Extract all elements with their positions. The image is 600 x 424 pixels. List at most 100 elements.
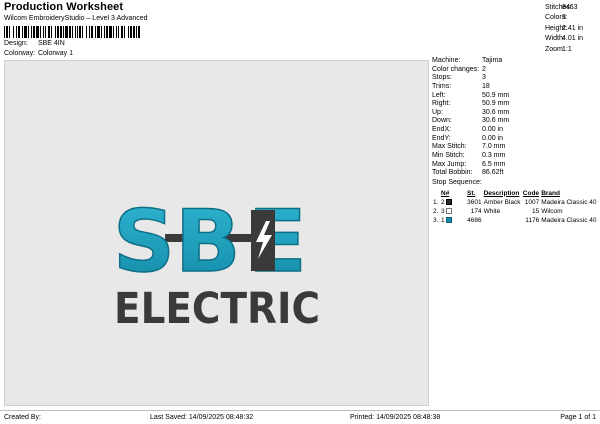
stop-index: 3. bbox=[433, 216, 439, 224]
colorway-value: Colorway 1 bbox=[37, 50, 73, 57]
barcode-bar bbox=[60, 26, 62, 38]
detail-label: Trims: bbox=[432, 82, 452, 90]
table-header-row: N# St. Description Code Brand bbox=[432, 189, 598, 198]
detail-label: EndY: bbox=[432, 134, 451, 142]
barcode-bar bbox=[18, 26, 20, 38]
barcode-bar bbox=[82, 26, 83, 38]
stop-n: 3 bbox=[441, 207, 445, 215]
barcode-bar bbox=[116, 26, 117, 38]
barcode-bar bbox=[69, 26, 71, 38]
stop-brand: Madeira Classic 40 bbox=[541, 216, 597, 224]
barcode-bar bbox=[28, 26, 29, 38]
summary-label: Width: bbox=[545, 35, 565, 43]
stop-brand: Wilcom bbox=[541, 207, 563, 215]
detail-label: Min Stitch: bbox=[432, 152, 465, 160]
detail-row: EndX: 0.00 in bbox=[432, 126, 598, 135]
stop-sequence-label: Stop Sequence: bbox=[432, 178, 482, 186]
summary-value: 1:1 bbox=[562, 45, 572, 53]
stop-description: White bbox=[483, 207, 501, 215]
barcode-bar bbox=[138, 26, 140, 38]
colorway-meta: Colorway: Colorway 1 bbox=[4, 50, 73, 57]
summary-value: 4.01 in bbox=[562, 35, 584, 43]
barcode-bar bbox=[75, 26, 76, 38]
barcode-bar bbox=[106, 26, 108, 38]
stop-st: 3601 bbox=[467, 198, 482, 206]
barcode-bar bbox=[118, 26, 119, 38]
summary-value: 8463 bbox=[562, 4, 578, 11]
barcode-bar bbox=[79, 26, 81, 38]
logo-letter-s: S bbox=[113, 192, 175, 292]
detail-row: Min Stitch: 0.3 mm bbox=[432, 152, 598, 161]
barcode-bar bbox=[133, 26, 135, 38]
barcode-bar bbox=[45, 26, 46, 38]
summary-label: Zoom: bbox=[545, 45, 565, 53]
detail-value: 50.9 mm bbox=[482, 100, 510, 108]
barcode-bar bbox=[6, 26, 8, 38]
barcode-bar bbox=[43, 26, 44, 38]
summary-value: 3 bbox=[562, 14, 566, 22]
stop-code: 1176 bbox=[525, 216, 540, 224]
stop-index: 1. bbox=[433, 198, 439, 206]
detail-row: Machine: Tajima bbox=[432, 57, 598, 66]
design-label: Design: bbox=[4, 40, 28, 47]
detail-row: Trims: 18 bbox=[432, 83, 598, 92]
barcode-bar bbox=[95, 26, 96, 38]
col-index bbox=[432, 189, 440, 198]
detail-label: Left: bbox=[432, 91, 446, 99]
detail-value: 6.5 mm bbox=[482, 160, 506, 168]
summary-row-width: Width: 4.01 in bbox=[545, 34, 597, 44]
detail-value: Tajima bbox=[482, 57, 503, 64]
design-meta: Design: SBE 4IN bbox=[4, 40, 65, 47]
stop-n-cell: 3 bbox=[440, 207, 466, 216]
detail-row: Color changes: 2 bbox=[432, 66, 598, 75]
stop-description: Amber Black bbox=[483, 198, 521, 206]
col-st: St. bbox=[467, 189, 476, 197]
detail-row: Left: 50.9 mm bbox=[432, 92, 598, 101]
detail-label: Color changes: bbox=[432, 65, 480, 73]
barcode-bar bbox=[130, 26, 132, 38]
barcode bbox=[4, 26, 140, 38]
detail-label: Up: bbox=[432, 108, 443, 116]
footer-page-number: Page 1 of 1 bbox=[560, 414, 596, 421]
barcode-bar bbox=[13, 26, 14, 38]
page-title: Production Worksheet bbox=[4, 1, 124, 13]
barcode-bar bbox=[4, 26, 5, 38]
barcode-bar bbox=[128, 26, 129, 38]
col-n: N# bbox=[441, 189, 450, 197]
summary-panel: Stitches: 8463 Colors: 3 Height: 2.41 in… bbox=[545, 3, 597, 55]
barcode-bar bbox=[89, 26, 90, 38]
software-subtitle: Wilcom EmbroideryStudio – Level 3 Advanc… bbox=[4, 15, 148, 22]
col-brand: Brand bbox=[541, 189, 560, 197]
barcode-bar bbox=[124, 26, 125, 38]
embroidery-logo: S B E ELECTRIC bbox=[112, 191, 320, 334]
barcode-bar bbox=[97, 26, 100, 38]
barcode-bar bbox=[55, 26, 56, 38]
barcode-bar bbox=[104, 26, 105, 38]
logo-letter-b: B bbox=[175, 192, 241, 292]
stop-st: 4686 bbox=[467, 216, 482, 224]
detail-value: 0.3 mm bbox=[482, 152, 506, 160]
summary-label: Colors: bbox=[545, 14, 568, 22]
stop-code: 15 bbox=[531, 207, 540, 215]
barcode-bar bbox=[9, 26, 10, 38]
detail-label: Stops: bbox=[432, 74, 452, 82]
detail-value: 50.9 mm bbox=[482, 91, 510, 99]
logo-subtitle: ELECTRIC bbox=[114, 284, 320, 334]
barcode-bar bbox=[40, 26, 41, 38]
summary-row-stitches: Stitches: 8463 bbox=[545, 3, 597, 13]
barcode-bar bbox=[22, 26, 23, 38]
stop-sequence-table: N# St. Description Code Brand 1. 2 3601 … bbox=[432, 189, 598, 225]
summary-row-colors: Colors: 3 bbox=[545, 13, 597, 23]
stop-index: 2. bbox=[433, 207, 439, 215]
barcode-bar bbox=[101, 26, 102, 38]
stop-description bbox=[483, 216, 522, 225]
footer-created-by: Created By: bbox=[4, 414, 41, 421]
detail-label: Max Jump: bbox=[432, 160, 467, 168]
stop-n-cell: 1 bbox=[440, 216, 466, 225]
barcode-bar bbox=[31, 26, 32, 38]
col-description: Description bbox=[483, 189, 520, 197]
summary-label: Stitches: bbox=[545, 4, 572, 11]
detail-value: 3 bbox=[482, 74, 486, 82]
details-panel: Machine: Tajima Color changes: 2 Stops: 3 T… bbox=[432, 57, 598, 225]
detail-label: Right: bbox=[432, 100, 451, 108]
